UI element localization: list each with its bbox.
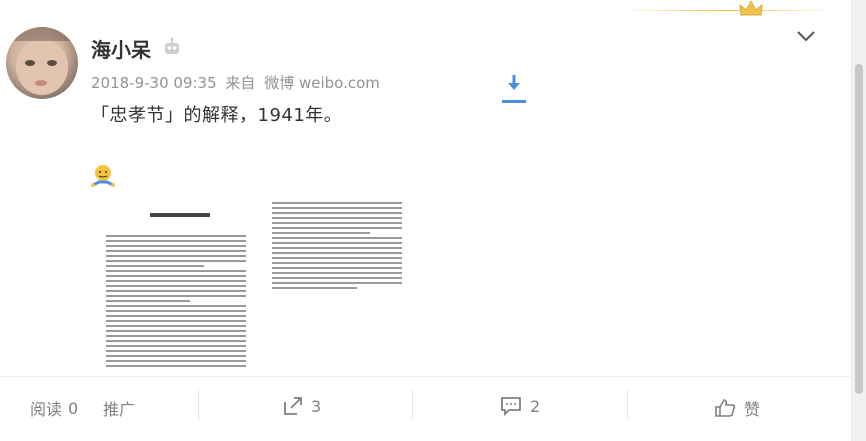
post-meta: 2018-9-30 09:35 来自 微博 weibo.com bbox=[91, 72, 384, 93]
weibo-post-card: 海小呆 2018-9-30 09:35 来自 微博 weibo.com 「忠孝节… bbox=[0, 0, 852, 441]
doc-text-lines bbox=[106, 235, 246, 370]
post-text: 「忠孝节」的解释，1941年。 bbox=[91, 105, 343, 126]
comment-count: 2 bbox=[530, 396, 541, 416]
robot-icon bbox=[165, 37, 179, 54]
read-label: 阅读 bbox=[30, 400, 63, 419]
crown-icon bbox=[739, 0, 763, 16]
like-label: 赞 bbox=[744, 400, 761, 419]
doc-title-line bbox=[150, 213, 210, 217]
divider bbox=[412, 390, 413, 420]
promote-label: 推广 bbox=[103, 400, 136, 419]
read-count-value: 0 bbox=[68, 398, 79, 418]
comment-button[interactable]: 2 bbox=[500, 396, 540, 416]
doc-text-lines bbox=[272, 202, 402, 292]
document-image-left[interactable] bbox=[106, 205, 246, 375]
post-source[interactable]: 微博 weibo.com bbox=[264, 74, 380, 92]
from-label: 来自 bbox=[225, 74, 256, 92]
repost-count: 3 bbox=[311, 396, 322, 416]
read-count: 阅读 0 bbox=[30, 396, 78, 420]
scroll-thumb[interactable] bbox=[855, 64, 863, 394]
like-icon bbox=[715, 399, 736, 417]
document-image-right[interactable] bbox=[272, 202, 402, 312]
promote-button[interactable]: 推广 bbox=[103, 396, 135, 420]
post-date[interactable]: 2018-9-30 09:35 bbox=[91, 74, 217, 92]
repost-button[interactable]: 3 bbox=[283, 396, 321, 416]
post-footer: 阅读 0 推广 3 2 赞 bbox=[0, 376, 852, 437]
repost-icon bbox=[284, 397, 302, 415]
like-button[interactable]: 赞 bbox=[714, 396, 760, 420]
divider bbox=[627, 390, 628, 420]
emoji-icon bbox=[91, 165, 115, 187]
comment-icon bbox=[501, 397, 521, 416]
top-decoration bbox=[620, 8, 836, 14]
divider bbox=[198, 390, 199, 420]
scrollbar[interactable] bbox=[851, 0, 866, 441]
download-icon[interactable] bbox=[501, 72, 527, 104]
author-name[interactable]: 海小呆 bbox=[91, 34, 151, 63]
chevron-down-icon[interactable] bbox=[795, 28, 817, 44]
avatar[interactable] bbox=[6, 27, 78, 99]
